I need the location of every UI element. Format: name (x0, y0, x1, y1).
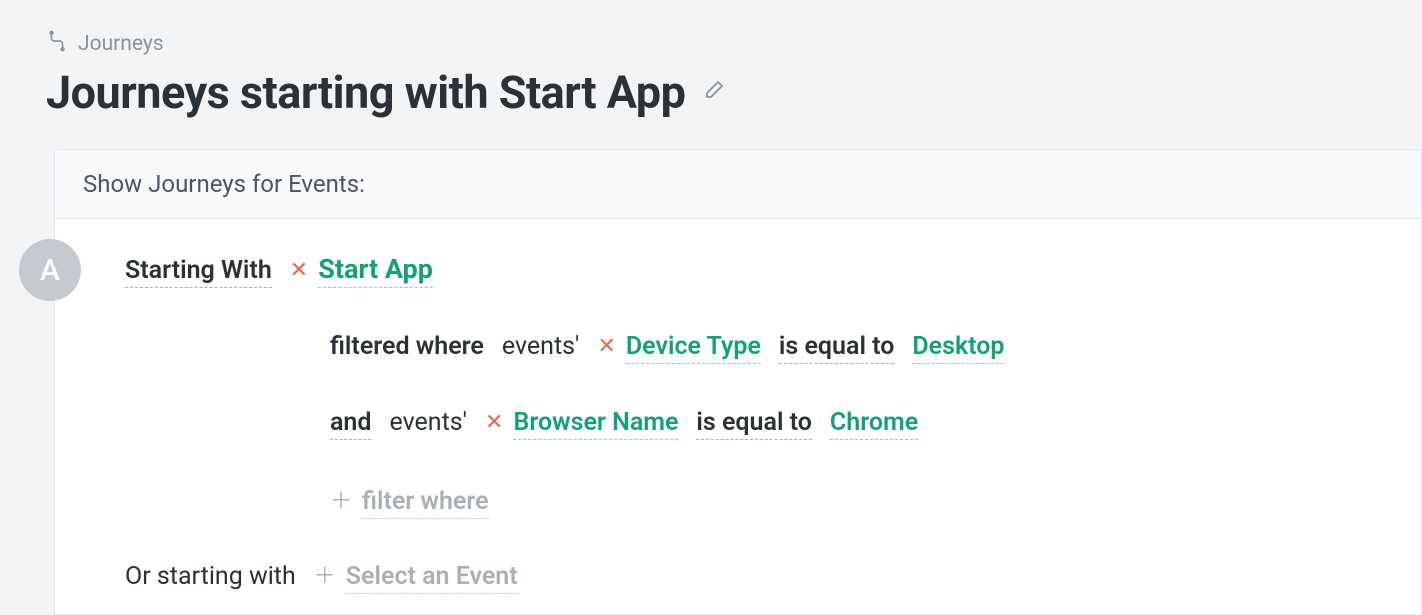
card-header: Show Journeys for Events: (55, 150, 1421, 219)
filter-2-scope: events' (389, 408, 467, 437)
journeys-icon (46, 30, 68, 58)
remove-filter-1-button[interactable]: ✕ (597, 334, 615, 359)
filter-scope: events' (502, 332, 580, 361)
filter-prefix: filtered where (330, 332, 484, 361)
add-filter-label: filter where (362, 487, 489, 519)
remove-filter-2-button[interactable]: ✕ (485, 410, 503, 435)
filter-2-conjunction[interactable]: and (330, 408, 371, 440)
filter-row-1: filtered where events' ✕ Device Type is … (330, 332, 1393, 364)
event-name[interactable]: Start App (318, 253, 433, 288)
filter-2-value[interactable]: Chrome (830, 408, 918, 440)
or-starting-with-row: Or starting with ＋ Select an Event (125, 559, 1393, 594)
page-title: Journeys starting with Start App (46, 66, 685, 119)
query-card: Show Journeys for Events: A Starting Wit… (54, 149, 1422, 615)
filter-1-value[interactable]: Desktop (912, 332, 1004, 364)
filter-1-property[interactable]: Device Type (626, 332, 761, 364)
add-filter-row[interactable]: ＋ filter where (330, 484, 1393, 519)
filter-row-2: and events' ✕ Browser Name is equal to C… (330, 408, 1393, 440)
starting-with-row: Starting With ✕ Start App (125, 253, 1393, 288)
plus-icon: ＋ (314, 558, 336, 590)
filter-2-operator[interactable]: is equal to (696, 408, 811, 440)
starting-with-label[interactable]: Starting With (125, 256, 272, 288)
select-event-button[interactable]: ＋ Select an Event (314, 559, 518, 594)
remove-event-button[interactable]: ✕ (290, 258, 308, 283)
breadcrumb-label: Journeys (78, 32, 164, 56)
filter-1-operator[interactable]: is equal to (779, 332, 894, 364)
plus-icon: ＋ (330, 483, 352, 515)
or-label: Or starting with (125, 562, 296, 591)
filter-2-property[interactable]: Browser Name (513, 408, 678, 440)
select-event-label: Select an Event (346, 562, 518, 594)
step-avatar: A (19, 239, 81, 301)
breadcrumb[interactable]: Journeys (46, 30, 1422, 58)
edit-title-button[interactable] (701, 79, 725, 107)
